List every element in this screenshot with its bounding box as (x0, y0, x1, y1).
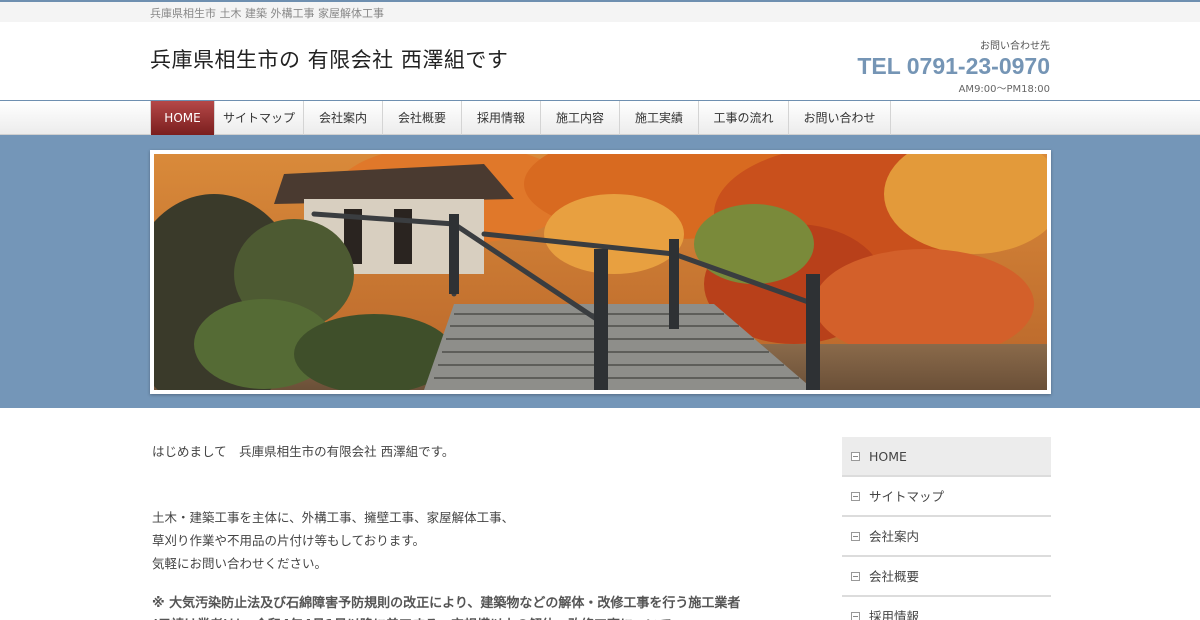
site-header: 兵庫県相生市の 有限会社 西澤組です お問い合わせ先 TEL 0791-23-0… (0, 22, 1200, 100)
sidebar-item-label: 会社概要 (869, 569, 920, 584)
intro-line-2: 草刈り作業や不用品の片付け等もしております。 (152, 533, 426, 548)
sidebar-item-recruit[interactable]: 採用情報 (842, 597, 1051, 620)
bullet-box-icon (851, 572, 860, 581)
bullet-box-icon (851, 532, 860, 541)
contact-label: お問い合わせ先 (980, 41, 1050, 52)
autumn-temple-photo (154, 154, 1047, 390)
bullet-box-icon (851, 452, 860, 461)
top-strip: 兵庫県相生市 土木 建築 外構工事 家屋解体工事 (0, 0, 1200, 22)
sidebar-item-company-guide[interactable]: 会社案内 (842, 517, 1051, 557)
nav-item-home[interactable]: HOME (150, 101, 215, 135)
nav-item-company-guide[interactable]: 会社案内 (304, 101, 383, 135)
intro-line-3: 気軽にお問い合わせください。 (152, 556, 328, 571)
sidebar-item-home[interactable]: HOME (842, 437, 1051, 477)
phone-number: TEL 0791-23-0970 (857, 53, 1050, 79)
main-nav: HOME サイトマップ 会社案内 会社概要 採用情報 施工内容 施工実績 工事の… (0, 100, 1200, 135)
sidebar-menu: HOME サイトマップ 会社案内 会社概要 採用情報 (842, 437, 1051, 620)
site-tagline: 兵庫県相生市 土木 建築 外構工事 家屋解体工事 (150, 7, 384, 20)
intro-line-1: 土木・建築工事を主体に、外構工事、擁壁工事、家屋解体工事、 (152, 510, 515, 525)
sidebar-item-label: 会社案内 (869, 529, 920, 544)
asbestos-notice: ※ 大気汚染防止法及び石綿障害予防規則の改正により、建築物などの解体・改修工事を… (152, 596, 741, 620)
main-content: はじめまして 兵庫県相生市の有限会社 西澤組です。 土木・建築工事を主体に、外構… (152, 440, 752, 620)
nav-item-sitemap[interactable]: サイトマップ (215, 101, 304, 135)
nav-item-recruit[interactable]: 採用情報 (462, 101, 541, 135)
bullet-box-icon (851, 492, 860, 501)
nav-item-workflow[interactable]: 工事の流れ (699, 101, 789, 135)
bullet-box-icon (851, 612, 860, 620)
nav-item-works[interactable]: 施工実績 (620, 101, 699, 135)
contact-info: お問い合わせ先 TEL 0791-23-0970 AM9:00～PM18:00 (857, 37, 1050, 95)
greeting-text: はじめまして 兵庫県相生市の有限会社 西澤組です。 (152, 444, 455, 459)
sidebar-item-company-profile[interactable]: 会社概要 (842, 557, 1051, 597)
sidebar-item-label: サイトマップ (869, 489, 945, 504)
business-hours: AM9:00～PM18:00 (958, 84, 1050, 95)
sidebar-item-label: HOME (869, 449, 907, 464)
sidebar-item-sitemap[interactable]: サイトマップ (842, 477, 1051, 517)
hero-image (150, 150, 1051, 394)
nav-item-contact[interactable]: お問い合わせ (789, 101, 891, 135)
sidebar-item-label: 採用情報 (869, 609, 920, 620)
site-title[interactable]: 兵庫県相生市の 有限会社 西澤組です (150, 44, 508, 74)
nav-item-company-profile[interactable]: 会社概要 (383, 101, 462, 135)
nav-item-services[interactable]: 施工内容 (541, 101, 620, 135)
